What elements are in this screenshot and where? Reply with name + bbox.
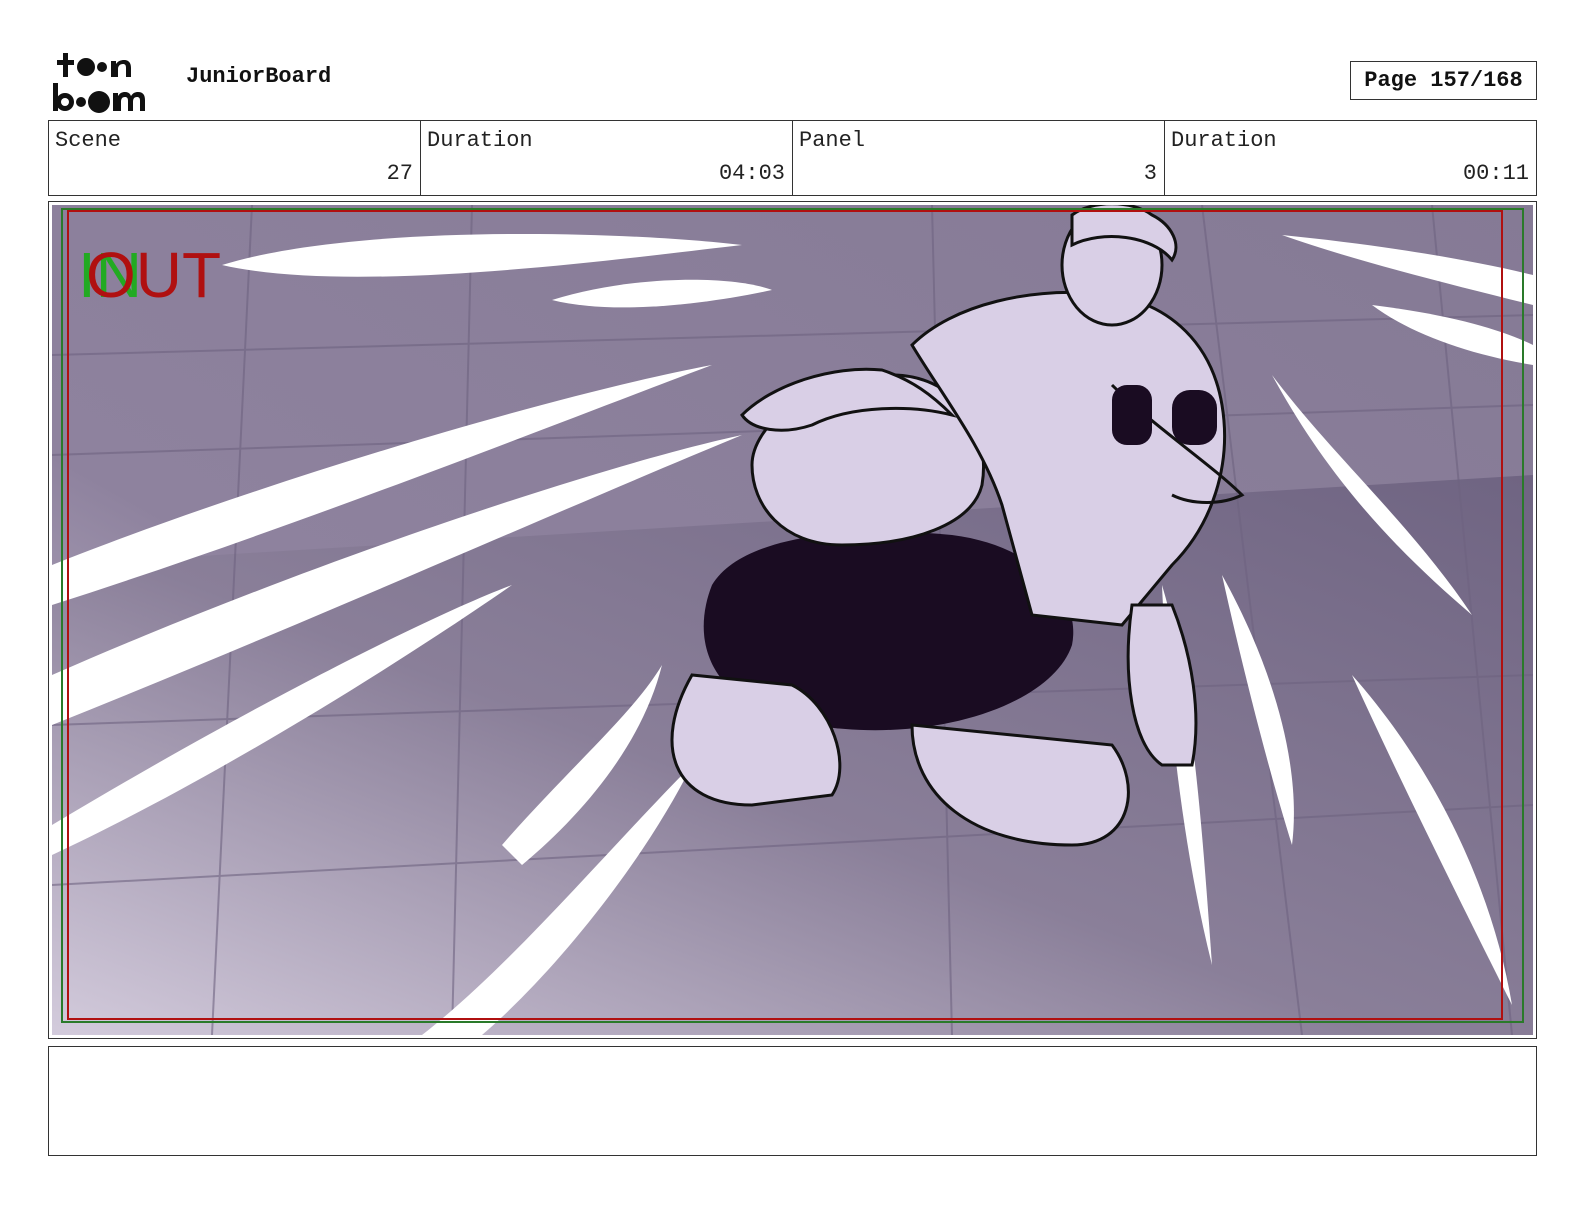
out-marker: OUT: [86, 239, 221, 311]
page-indicator: Page 157/168: [1350, 61, 1537, 100]
panel-value: 3: [1143, 161, 1157, 186]
storyboard-panel: IN OUT: [48, 201, 1537, 1039]
panel-duration-value: 00:11: [1462, 161, 1529, 186]
scene-label: Scene: [55, 128, 122, 153]
info-table: Scene 27 Duration 04:03 Panel 3 Duration…: [48, 120, 1537, 196]
panel-cell: Panel 3: [793, 121, 1165, 195]
scene-duration-cell: Duration 04:03: [421, 121, 793, 195]
scene-duration-value: 04:03: [718, 161, 785, 186]
panel-label: Panel: [799, 128, 866, 153]
scene-cell: Scene 27: [49, 121, 421, 195]
panel-duration-label: Duration: [1171, 128, 1277, 153]
toonboom-logo: [53, 53, 145, 113]
panel-drawing: IN OUT: [52, 205, 1533, 1035]
caption-box[interactable]: [48, 1046, 1537, 1156]
panel-duration-cell: Duration 00:11: [1165, 121, 1536, 195]
app-name: JuniorBoard: [186, 64, 332, 89]
scene-value: 27: [386, 161, 413, 186]
scene-duration-label: Duration: [427, 128, 533, 153]
